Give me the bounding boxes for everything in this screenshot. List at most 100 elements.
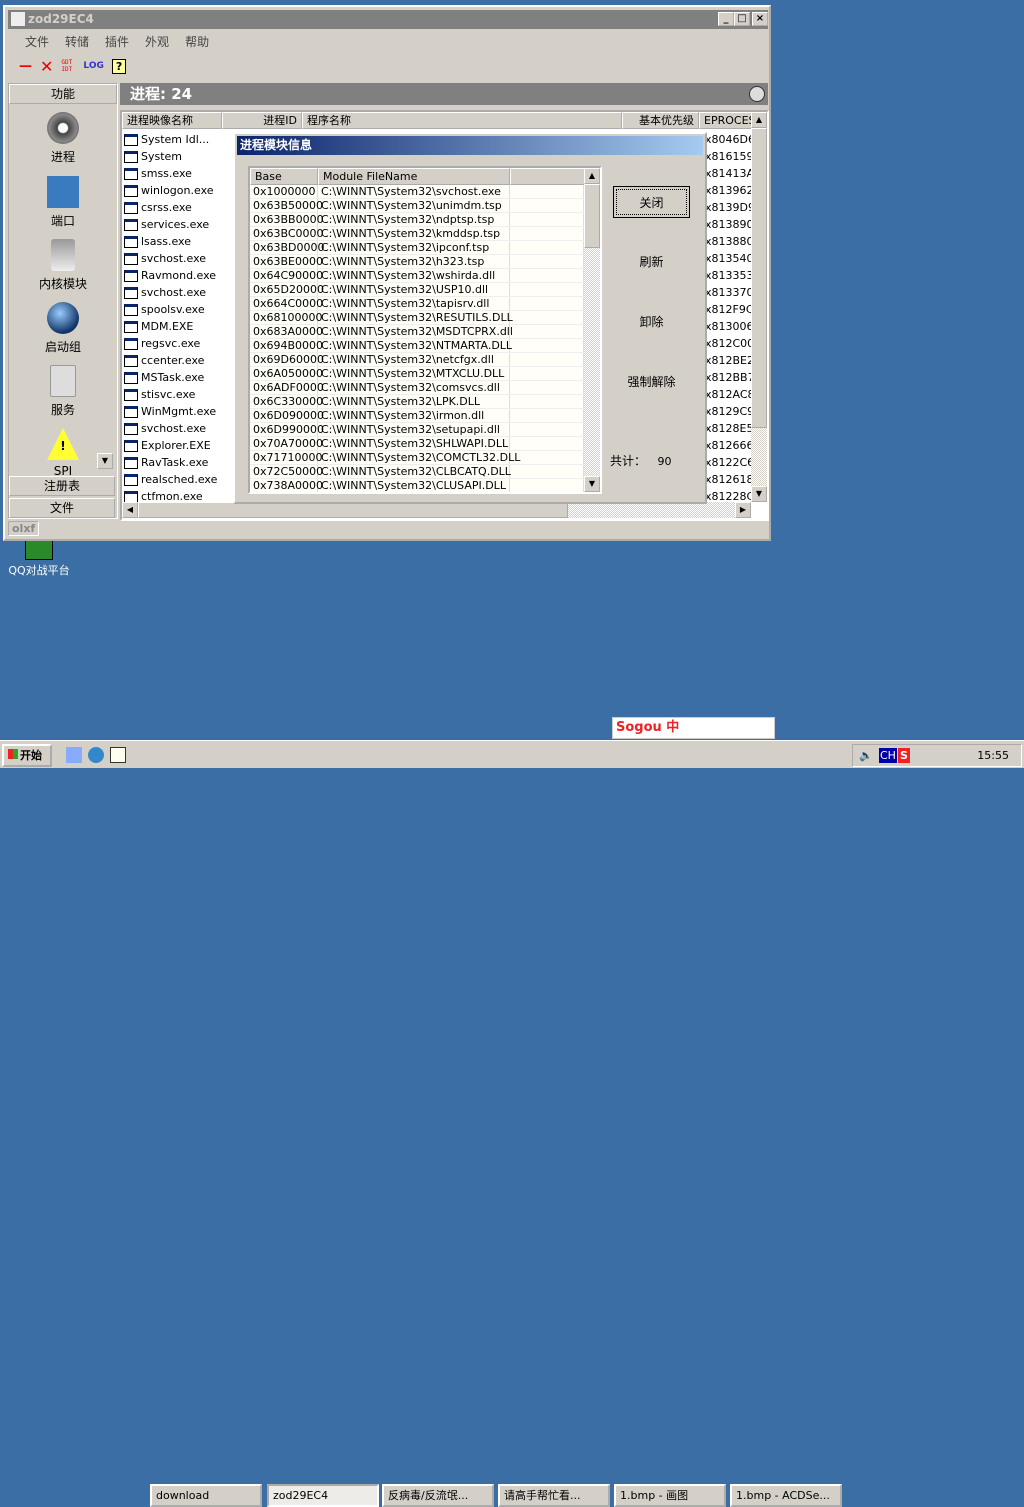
- process-row[interactable]: services.exe: [122, 216, 232, 233]
- process-row[interactable]: ccenter.exe: [122, 352, 232, 369]
- module-row[interactable]: 0x63BE0000 C:\WINNT\System32\h323.tsp: [250, 255, 584, 269]
- start-button[interactable]: 开始: [2, 744, 52, 767]
- maximize-button[interactable]: □: [734, 12, 750, 26]
- refresh-button[interactable]: 刷新: [613, 246, 690, 278]
- title-bar[interactable]: zod29EC4 _ □ ×: [8, 10, 768, 29]
- process-row[interactable]: svchost.exe: [122, 420, 232, 437]
- help-icon[interactable]: ?: [111, 58, 127, 74]
- module-row[interactable]: 0x63B50000 C:\WINNT\System32\unimdm.tsp: [250, 199, 584, 213]
- menu-help[interactable]: 帮助: [185, 35, 209, 49]
- module-row[interactable]: 0x71710000 C:\WINNT\System32\COMCTL32.DLL: [250, 451, 584, 465]
- scroll-thumb[interactable]: [751, 128, 767, 428]
- module-row[interactable]: 0x64C90000 C:\WINNT\System32\wshirda.dll: [250, 269, 584, 283]
- sogou-icon[interactable]: S: [898, 748, 910, 763]
- module-row[interactable]: 0x65D20000 C:\WINNT\System32\USP10.dll: [250, 283, 584, 297]
- menu-appearance[interactable]: 外观: [145, 35, 169, 49]
- dialog-title-bar[interactable]: 进程模块信息: [237, 136, 703, 155]
- minus-icon[interactable]: —: [19, 59, 32, 74]
- sidebar-scroll-down[interactable]: ▼: [97, 453, 113, 469]
- force-unload-button[interactable]: 强制解除: [613, 366, 690, 398]
- desktop-icon[interactable]: [66, 747, 82, 763]
- module-row[interactable]: 0x6D990000 C:\WINNT\System32\setupapi.dll: [250, 423, 584, 437]
- log-button[interactable]: LOG: [83, 61, 103, 71]
- col-priority[interactable]: 基本优先级: [622, 112, 699, 129]
- process-row[interactable]: spoolsv.exe: [122, 301, 232, 318]
- process-row[interactable]: WinMgmt.exe: [122, 403, 232, 420]
- module-row[interactable]: 0x69D60000 C:\WINNT\System32\netcfgx.dll: [250, 353, 584, 367]
- process-row[interactable]: stisvc.exe: [122, 386, 232, 403]
- sidebar-item-startup[interactable]: 启动组: [9, 302, 117, 355]
- module-row[interactable]: 0x664C0000 C:\WINNT\System32\tapisrv.dll: [250, 297, 584, 311]
- scroll-right[interactable]: ▶: [735, 502, 751, 518]
- module-row[interactable]: 0x6ADF0000 C:\WINNT\System32\comsvcs.dll: [250, 381, 584, 395]
- taskbar-button[interactable]: download: [150, 1484, 262, 1507]
- scroll-down[interactable]: ▼: [751, 486, 767, 502]
- process-row[interactable]: svchost.exe: [122, 250, 232, 267]
- process-row[interactable]: realsched.exe: [122, 471, 232, 488]
- col-module-filename[interactable]: Module FileName: [318, 168, 510, 185]
- process-row[interactable]: System Idl...: [122, 131, 232, 148]
- kill-icon[interactable]: ✕: [40, 57, 53, 76]
- module-row[interactable]: 0x63BB0000 C:\WINNT\System32\ndptsp.tsp: [250, 213, 584, 227]
- gdt-idt-button[interactable]: GDT IDT: [61, 59, 75, 73]
- taskbar-button[interactable]: 1.bmp - ACDSe...: [730, 1484, 842, 1507]
- volume-icon[interactable]: 🔈: [859, 745, 873, 766]
- module-row[interactable]: 0x72C50000 C:\WINNT\System32\CLBCATQ.DLL: [250, 465, 584, 479]
- process-row[interactable]: regsvc.exe: [122, 335, 232, 352]
- process-row[interactable]: smss.exe: [122, 165, 232, 182]
- sidebar-item-services[interactable]: 服务: [9, 365, 117, 418]
- col-base[interactable]: Base: [250, 168, 318, 185]
- process-row[interactable]: RavTask.exe: [122, 454, 232, 471]
- language-indicator[interactable]: CH: [879, 748, 897, 763]
- module-row[interactable]: 0x6A050000 C:\WINNT\System32\MTXCLU.DLL: [250, 367, 584, 381]
- col-eprocess[interactable]: EPROCESS: [699, 112, 752, 129]
- module-scrollbar[interactable]: ▲ ▼: [584, 168, 600, 492]
- module-row[interactable]: 0x738A0000 C:\WINNT\System32\CLUSAPI.DLL: [250, 479, 584, 492]
- module-row[interactable]: 0x6C330000 C:\WINNT\System32\LPK.DLL: [250, 395, 584, 409]
- ime-toolbar[interactable]: Sogou 中: [612, 717, 775, 739]
- taskbar-button[interactable]: zod29EC4: [267, 1484, 379, 1507]
- process-row[interactable]: winlogon.exe: [122, 182, 232, 199]
- taskbar-button[interactable]: 1.bmp - 画图: [614, 1484, 726, 1507]
- process-row[interactable]: Ravmond.exe: [122, 267, 232, 284]
- process-row[interactable]: csrss.exe: [122, 199, 232, 216]
- scroll-up[interactable]: ▲: [751, 112, 767, 128]
- module-row[interactable]: 0x683A0000 C:\WINNT\System32\MSDTCPRX.dll: [250, 325, 584, 339]
- minimize-button[interactable]: _: [718, 12, 734, 26]
- unload-button[interactable]: 卸除: [613, 306, 690, 338]
- module-row[interactable]: 0x694B0000 C:\WINNT\System32\NTMARTA.DLL: [250, 339, 584, 353]
- process-row[interactable]: System: [122, 148, 232, 165]
- scroll-left[interactable]: ◀: [122, 502, 138, 518]
- scroll-thumb[interactable]: [584, 184, 600, 248]
- close-dialog-button[interactable]: 关闭: [613, 186, 690, 218]
- process-row[interactable]: svchost.exe: [122, 284, 232, 301]
- desktop-icon-qq[interactable]: QQ对战平台: [5, 540, 73, 578]
- hscroll-thumb[interactable]: [138, 502, 568, 518]
- sidebar-item-registry[interactable]: 注册表: [9, 476, 115, 496]
- col-pid[interactable]: 进程ID: [222, 112, 302, 129]
- module-row[interactable]: 0x63BC0000 C:\WINNT\System32\kmddsp.tsp: [250, 227, 584, 241]
- sidebar-item-file[interactable]: 文件: [9, 498, 115, 518]
- close-button[interactable]: ×: [752, 12, 768, 26]
- menu-plugin[interactable]: 插件: [105, 35, 129, 49]
- menu-file[interactable]: 文件: [25, 35, 49, 49]
- process-row[interactable]: lsass.exe: [122, 233, 232, 250]
- col-image-name[interactable]: 进程映像名称: [122, 112, 222, 129]
- module-row[interactable]: 0x68100000 C:\WINNT\System32\RESUTILS.DLL: [250, 311, 584, 325]
- module-row[interactable]: 0x70A70000 C:\WINNT\System32\SHLWAPI.DLL: [250, 437, 584, 451]
- scroll-up[interactable]: ▲: [584, 168, 600, 184]
- process-row[interactable]: MSTask.exe: [122, 369, 232, 386]
- refresh-icon[interactable]: [749, 86, 765, 102]
- ie-icon[interactable]: [88, 747, 104, 763]
- col-program-name[interactable]: 程序名称: [302, 112, 622, 129]
- sidebar-item-kernel-modules[interactable]: 内核模块: [9, 239, 117, 292]
- horizontal-scrollbar[interactable]: ◀ ▶: [122, 502, 751, 518]
- module-row[interactable]: 0x1000000 C:\WINNT\System32\svchost.exe: [250, 185, 584, 199]
- module-row[interactable]: 0x6D090000 C:\WINNT\System32\irmon.dll: [250, 409, 584, 423]
- vertical-scrollbar[interactable]: ▲ ▼: [751, 112, 767, 502]
- sidebar-item-process[interactable]: 进程: [9, 112, 117, 165]
- module-row[interactable]: 0x63BD0000 C:\WINNT\System32\ipconf.tsp: [250, 241, 584, 255]
- process-row[interactable]: MDM.EXE: [122, 318, 232, 335]
- menu-dump[interactable]: 转储: [65, 35, 89, 49]
- taskbar-button[interactable]: 反病毒/反流氓...: [382, 1484, 494, 1507]
